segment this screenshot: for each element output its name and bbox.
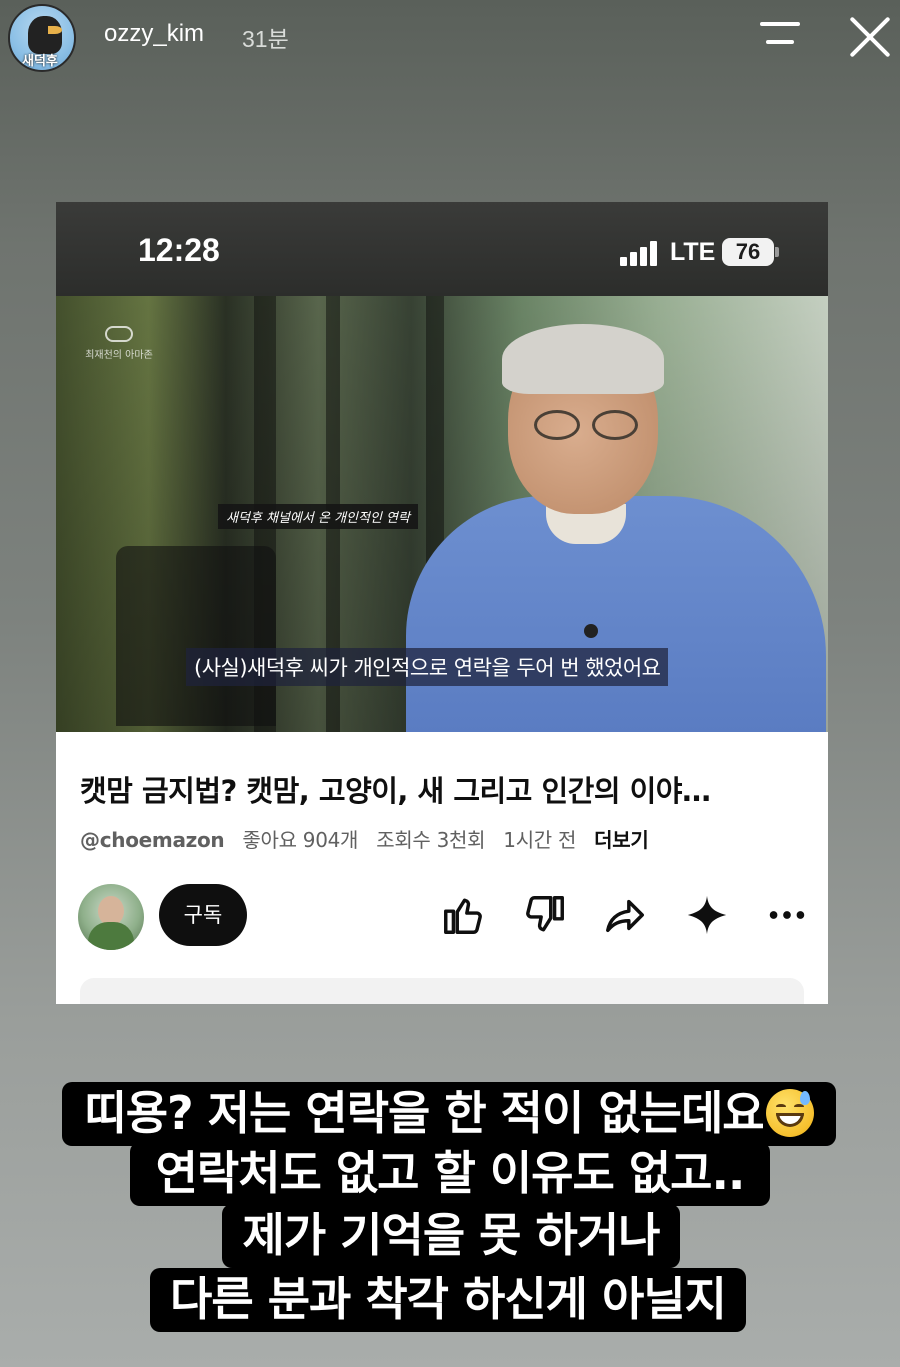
comment-section[interactable] [80, 978, 804, 1004]
video-meta: @choemazon 좋아요 904개 조회수 3천회 1시간 전 더보기 [80, 824, 649, 853]
glasses-right [592, 410, 638, 440]
like-icon[interactable] [440, 892, 486, 938]
glasses-logo-icon [105, 326, 133, 342]
more-options-icon[interactable] [764, 892, 810, 938]
network-label: LTE [670, 238, 716, 266]
username[interactable]: ozzy_kim [104, 20, 204, 48]
channel-watermark: 최재천의 아마존 [84, 326, 154, 361]
overlay-line-1: 띠용? 저는 연락을 한 적이 없는데요 [62, 1082, 836, 1146]
bird-icon [28, 16, 62, 54]
close-icon[interactable] [846, 12, 894, 60]
menu-icon[interactable] [760, 22, 808, 52]
signal-icon [620, 240, 660, 266]
beak-shape [48, 26, 62, 34]
share-icon[interactable] [602, 892, 648, 938]
channel-handle[interactable]: @choemazon [80, 828, 225, 852]
menu-line [766, 40, 794, 44]
phone-status-bar: 12:28 LTE 76 [56, 202, 828, 296]
speaker-hair [502, 324, 664, 394]
overlay-line-2: 연락처도 없고 할 이유도 없고.. [130, 1142, 770, 1206]
overlay-line-3: 제가 기억을 못 하거나 [222, 1204, 680, 1268]
like-count: 좋아요 904개 [242, 828, 359, 852]
avatar-label: 새덕후 [22, 54, 58, 69]
channel-avatar[interactable] [78, 884, 144, 950]
timestamp: 31분 [242, 26, 289, 52]
profile-avatar[interactable]: 새덕후 [8, 4, 76, 72]
more-link[interactable]: 더보기 [594, 828, 649, 852]
dislike-icon[interactable] [522, 892, 568, 938]
story-header: 새덕후 ozzy_kim 31분 [0, 0, 900, 80]
channel-avatar-body [88, 922, 134, 950]
overlay-line-4: 다른 분과 착각 하신게 아닐지 [150, 1268, 746, 1332]
glasses-left [534, 410, 580, 440]
video-title[interactable]: 캣맘 금지법? 캣맘, 고양이, 새 그리고 인간의 이야… [80, 768, 800, 810]
sparkle-icon[interactable] [684, 892, 730, 938]
overlay-line-1-text: 띠용? 저는 연락을 한 적이 없는데요 [84, 1086, 764, 1140]
view-count: 조회수 3천회 [376, 828, 486, 852]
battery-icon: 76 [722, 238, 774, 266]
video-subtitle: (사실)새덕후 씨가 개인적으로 연락을 두어 번 했었어요 [186, 648, 669, 686]
menu-line [760, 22, 800, 26]
embedded-screenshot: 12:28 LTE 76 최재천의 아마존 새덕후 채널에서 온 개인적인 연락… [56, 202, 828, 1004]
battery-tip [775, 247, 779, 257]
subscribe-button[interactable]: 구독 [159, 884, 247, 946]
video-player[interactable]: 최재천의 아마존 새덕후 채널에서 온 개인적인 연락 (사실)새덕후 씨가 개… [56, 296, 828, 732]
video-caption-top: 새덕후 채널에서 온 개인적인 연락 [218, 504, 418, 529]
lapel-mic [584, 624, 598, 638]
posted-time: 1시간 전 [503, 828, 577, 852]
status-time: 12:28 [138, 232, 220, 268]
sweat-smile-emoji-icon [765, 1088, 814, 1137]
video-info-card: 캣맘 금지법? 캣맘, 고양이, 새 그리고 인간의 이야… @choemazo… [56, 732, 828, 1004]
channel-watermark-text: 최재천의 아마존 [85, 350, 153, 361]
